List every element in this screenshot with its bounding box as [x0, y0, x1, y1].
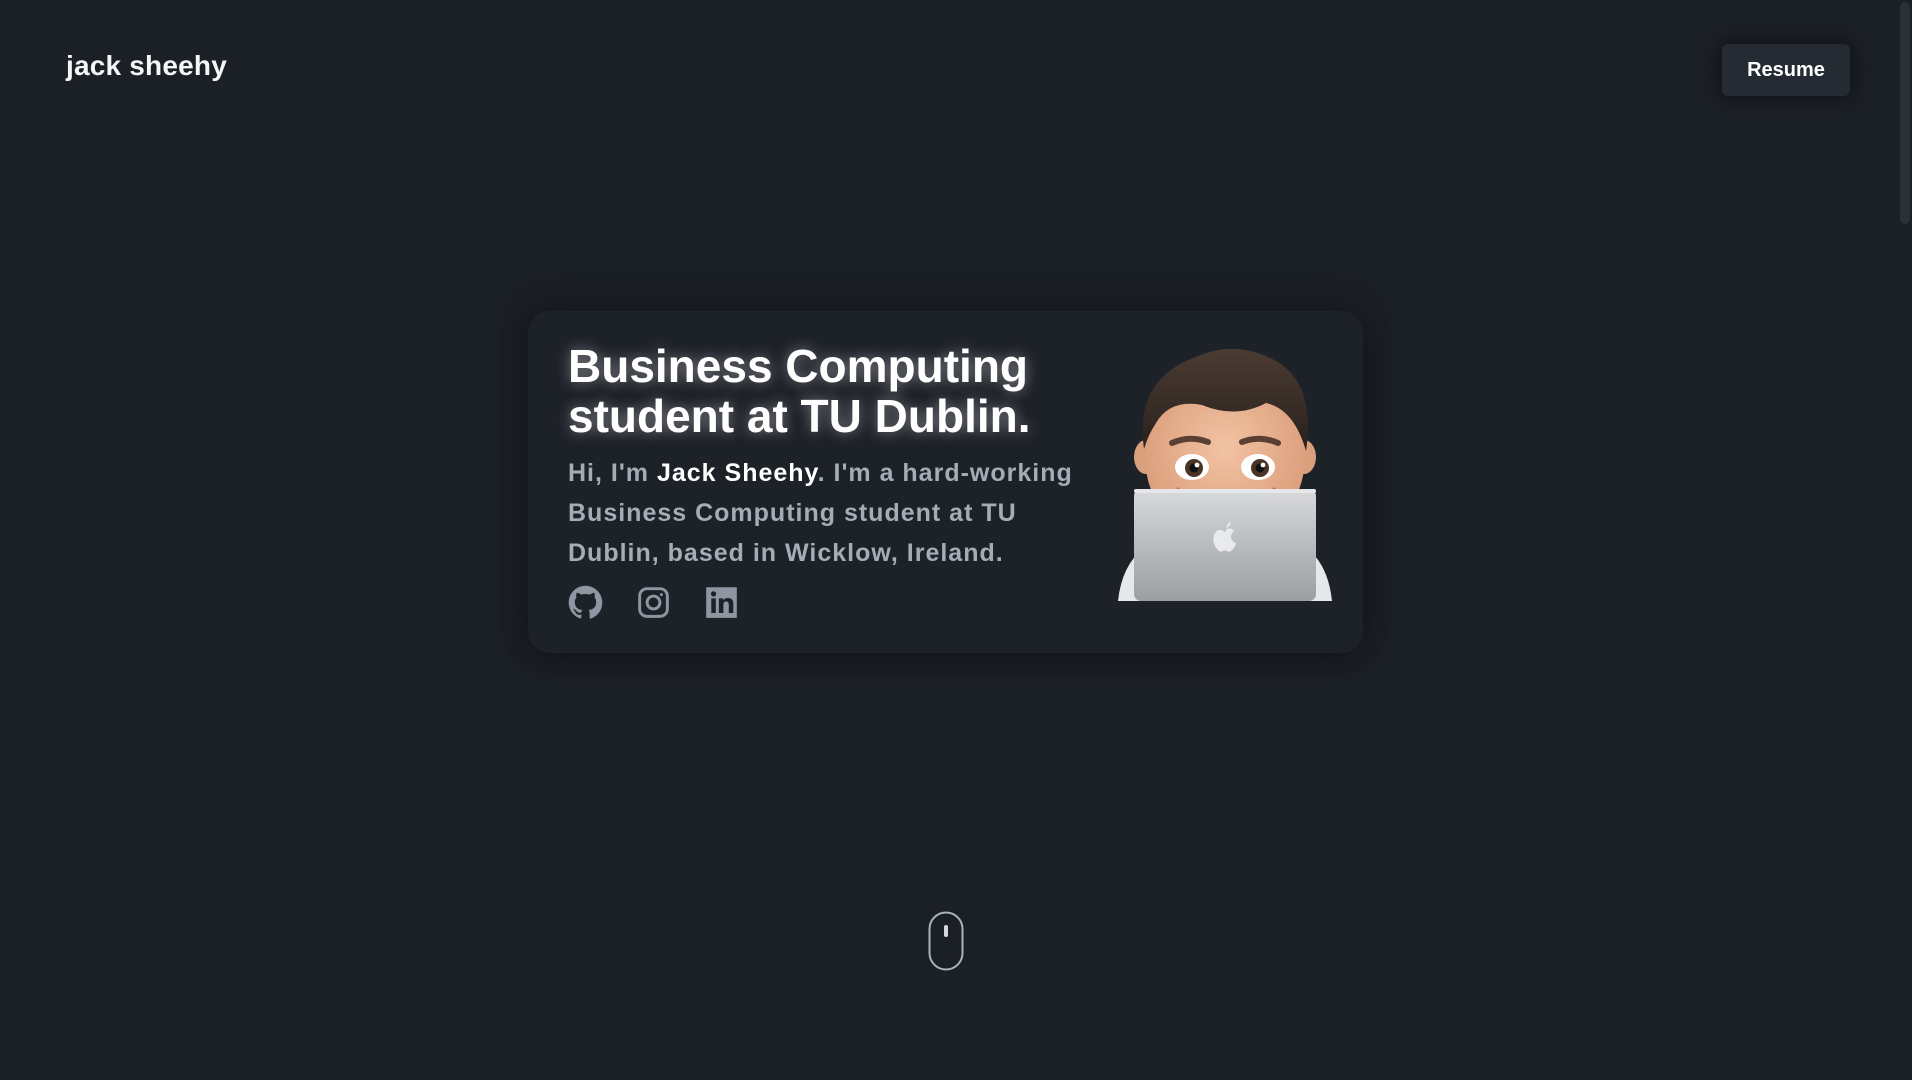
- linkedin-icon: [706, 587, 737, 618]
- social-links: [568, 585, 739, 620]
- linkedin-link[interactable]: [704, 585, 739, 620]
- bio-name: Jack Sheehy: [656, 459, 818, 487]
- hero-headline: Business Computing student at TU Dublin.: [568, 340, 1031, 442]
- memoji-laptop-avatar: [1118, 348, 1332, 601]
- instagram-link[interactable]: [636, 585, 671, 620]
- bio-prefix: Hi, I'm: [568, 459, 657, 487]
- instagram-icon: [638, 587, 669, 618]
- hero-bio: Hi, I'm Jack Sheehy. I'm a hard-working …: [568, 453, 1103, 573]
- github-icon: [568, 585, 603, 619]
- scroll-mouse-icon: [928, 911, 964, 971]
- site-brand[interactable]: jack sheehy: [66, 50, 227, 82]
- scrollbar-track[interactable]: [1898, 0, 1912, 1080]
- github-link[interactable]: [568, 585, 603, 620]
- page: jack sheehy Resume Business Computing st…: [0, 0, 1912, 1080]
- hero-card: Business Computing student at TU Dublin.…: [528, 311, 1363, 653]
- resume-button[interactable]: Resume: [1722, 44, 1850, 96]
- scrollbar-thumb[interactable]: [1900, 2, 1910, 224]
